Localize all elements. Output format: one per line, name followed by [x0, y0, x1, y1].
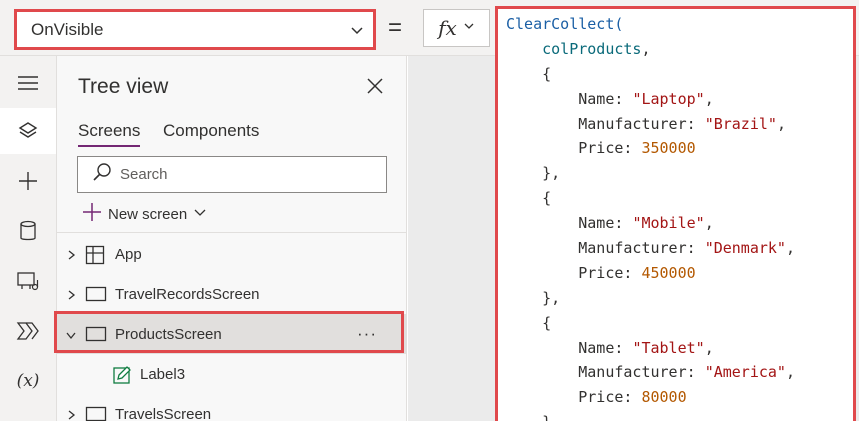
code-token: "Denmark" — [704, 239, 786, 258]
code-line: Name: "Laptop", — [506, 87, 853, 112]
code-token: { — [506, 64, 552, 83]
variables-icon[interactable]: (x) — [0, 358, 56, 404]
code-token: , — [641, 39, 651, 58]
chevron-right-icon[interactable] — [65, 408, 77, 421]
chevron-right-icon[interactable] — [65, 288, 77, 305]
code-line: Manufacturer: "Denmark", — [506, 236, 853, 261]
search-input[interactable]: Search — [77, 156, 387, 193]
code-line: Name: "Mobile", — [506, 211, 853, 236]
screen-icon — [85, 285, 107, 307]
tree-item-app[interactable]: App — [57, 234, 406, 274]
new-screen-label: New screen — [108, 205, 188, 223]
tab-screens[interactable]: Screens — [78, 121, 141, 147]
new-screen-button[interactable]: New screen — [82, 202, 207, 226]
divider — [57, 232, 406, 233]
code-token: Name: — [506, 338, 633, 357]
app-icon — [85, 245, 105, 269]
more-options-button[interactable]: ··· — [357, 324, 377, 344]
code-token: , — [785, 239, 795, 258]
fx-button[interactable]: fx — [423, 9, 490, 47]
code-line: }, — [506, 161, 853, 186]
chevron-down-icon — [193, 205, 207, 223]
code-token: Manufacturer: — [506, 114, 705, 133]
code-token: ClearCollect( — [506, 15, 624, 33]
code-token: Manufacturer: — [506, 239, 705, 258]
code-token: Name: — [506, 214, 633, 233]
code-token: Name: — [506, 89, 633, 108]
code-line: Price: 450000 — [506, 261, 853, 286]
code-token: 450000 — [641, 263, 696, 282]
code-line: { — [506, 186, 853, 211]
chevron-down-icon — [349, 22, 365, 43]
search-icon — [92, 162, 112, 187]
code-line: { — [506, 62, 853, 87]
formula-code-editor[interactable]: ClearCollect( colProducts, { Name: "Lapt… — [495, 6, 856, 421]
code-token: { — [506, 189, 552, 208]
code-token: "Mobile" — [632, 214, 705, 233]
code-token: }, — [506, 164, 561, 183]
tree-item-label3[interactable]: Label3 — [57, 354, 406, 394]
tree-item-label: Label3 — [140, 366, 186, 383]
code-line: Manufacturer: "Brazil", — [506, 112, 853, 137]
screen-icon — [85, 325, 107, 347]
code-token: { — [506, 313, 552, 332]
code-token: Price: — [506, 263, 642, 282]
data-database-icon[interactable] — [0, 208, 56, 254]
property-dropdown-value: OnVisible — [31, 19, 104, 39]
equals-sign: = — [388, 14, 403, 41]
tree-item-travelsscreen[interactable]: TravelsScreen — [57, 394, 406, 421]
plus-icon — [82, 202, 102, 226]
code-token: 80000 — [641, 388, 687, 407]
code-token: }, — [506, 288, 561, 307]
tree-item-label: TravelsScreen — [115, 406, 212, 421]
code-token: "America" — [704, 363, 786, 382]
code-token: 350000 — [641, 139, 696, 158]
code-line: Price: 80000 — [506, 385, 853, 410]
code-token: colProducts — [506, 39, 642, 58]
code-token: "Brazil" — [704, 114, 777, 133]
code-token: "Tablet" — [632, 338, 705, 357]
code-token: , — [704, 338, 714, 357]
property-dropdown[interactable]: OnVisible — [14, 9, 376, 50]
code-line: colProducts, — [506, 37, 853, 62]
code-line: Name: "Tablet", — [506, 336, 853, 361]
code-line: }, — [506, 286, 853, 311]
chevron-down-icon — [463, 19, 475, 37]
code-token: "Laptop" — [632, 89, 705, 108]
code-token: Manufacturer: — [506, 363, 705, 382]
code-line: { — [506, 311, 853, 336]
tree-item-travelrecordsscreen[interactable]: TravelRecordsScreen — [57, 274, 406, 314]
hamburger-menu-icon[interactable] — [0, 60, 56, 106]
tree-item-label: ProductsScreen — [115, 326, 222, 343]
close-icon[interactable] — [366, 77, 384, 100]
search-placeholder: Search — [120, 166, 168, 183]
label-edit-icon — [112, 365, 132, 389]
code-line: Price: 350000 — [506, 136, 853, 161]
code-line: ClearCollect( — [506, 12, 853, 37]
code-token: , — [704, 214, 714, 233]
code-token: , — [704, 89, 714, 108]
code-line: } — [506, 410, 853, 421]
code-token: Price: — [506, 388, 642, 407]
code-token: , — [776, 114, 786, 133]
fx-icon: fx — [438, 16, 457, 40]
panel-title: Tree view — [78, 75, 169, 98]
media-icon[interactable] — [0, 258, 56, 304]
code-line: Manufacturer: "America", — [506, 360, 853, 385]
tab-components[interactable]: Components — [163, 121, 259, 141]
tree-item-productsscreen[interactable]: ProductsScreen ··· — [57, 314, 406, 354]
tree-item-label: App — [115, 246, 142, 263]
chevron-right-icon[interactable] — [65, 248, 77, 265]
code-token: Price: — [506, 139, 642, 158]
code-token: } — [506, 413, 551, 421]
tree-item-label: TravelRecordsScreen — [115, 286, 260, 303]
power-automate-icon[interactable] — [0, 308, 56, 354]
tree-view-panel: Tree view Screens Components Search New … — [57, 56, 407, 421]
chevron-down-icon[interactable] — [65, 328, 77, 345]
left-rail: (x) — [0, 56, 57, 421]
insert-plus-icon[interactable] — [0, 158, 56, 204]
code-token: , — [785, 363, 795, 382]
tree-view-layers-icon[interactable] — [0, 108, 56, 154]
screen-icon — [85, 405, 107, 421]
